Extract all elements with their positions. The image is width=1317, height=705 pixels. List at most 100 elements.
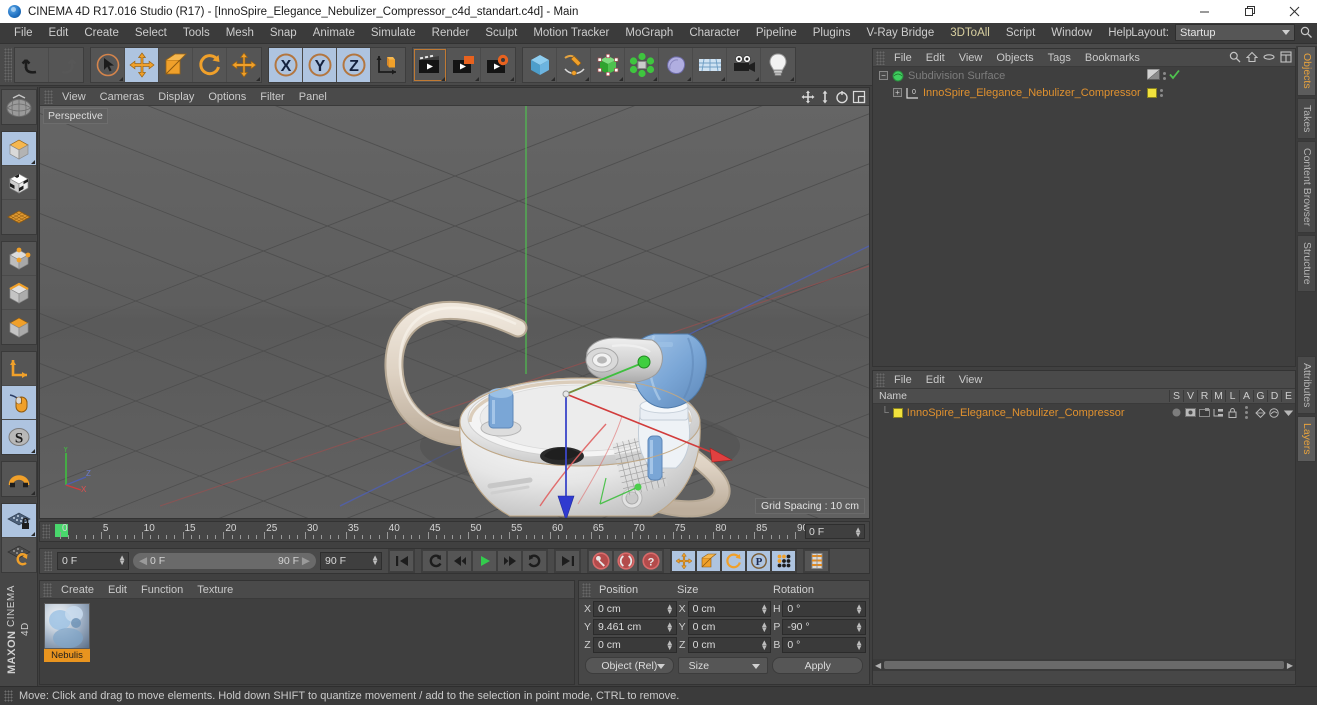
menu-sculpt[interactable]: Sculpt [477, 25, 525, 41]
material-menu-texture[interactable]: Texture [190, 583, 240, 597]
viewport-menu-options[interactable]: Options [201, 90, 253, 104]
layer-manager-menu-view[interactable]: View [952, 373, 990, 387]
visibility-dots-icon[interactable] [1163, 71, 1166, 80]
menu-tools[interactable]: Tools [175, 25, 218, 41]
spinner-icon[interactable]: ▲ ▼ [760, 639, 768, 652]
tab-takes[interactable]: Takes [1297, 97, 1316, 140]
workplane-mode-button[interactable] [1, 200, 36, 234]
go-to-next-frame-button[interactable] [497, 550, 522, 572]
object-manager-grip[interactable] [876, 50, 885, 65]
tab-structure[interactable]: Structure [1297, 235, 1316, 292]
menu-simulate[interactable]: Simulate [363, 25, 424, 41]
viewport-menu-panel[interactable]: Panel [292, 90, 334, 104]
spinner-icon[interactable]: ▲ ▼ [855, 603, 863, 616]
status-bar-grip[interactable] [4, 690, 13, 702]
rotation-p-input[interactable]: -90 ° ▲ ▼ [782, 619, 867, 635]
object-row-subdivision-surface[interactable]: − Subdivision Surface [873, 67, 1295, 84]
viewport-menu-display[interactable]: Display [151, 90, 201, 104]
menu-snap[interactable]: Snap [262, 25, 305, 41]
layer-view-cell[interactable] [1183, 408, 1197, 417]
expand-collapse-icon[interactable]: − [879, 71, 888, 80]
z-axis-lock[interactable]: Z [337, 47, 371, 82]
viewport-move-icon[interactable] [801, 90, 815, 104]
render-settings-button[interactable] [481, 47, 515, 82]
column-a[interactable]: A [1239, 390, 1253, 402]
menu-character[interactable]: Character [681, 25, 748, 41]
column-g[interactable]: G [1253, 390, 1267, 402]
position-y-input[interactable]: 9.461 cm ▲ ▼ [593, 619, 677, 635]
rotation-h-input[interactable]: 0 ° ▲ ▼ [782, 601, 867, 617]
maximize-button[interactable] [1227, 0, 1272, 23]
tab-layers[interactable]: Layers [1297, 416, 1316, 462]
column-m[interactable]: M [1211, 390, 1225, 402]
object-manager-menu-view[interactable]: View [952, 51, 990, 65]
column-r[interactable]: R [1197, 390, 1211, 402]
scroll-right-icon[interactable]: ▶ [1287, 661, 1293, 670]
add-primitive-button[interactable] [523, 47, 557, 82]
menu-3dtoall[interactable]: 3DToAll [942, 25, 998, 41]
spinner-icon[interactable]: ▲ ▼ [760, 603, 768, 616]
autokeying-button[interactable] [613, 550, 638, 572]
layer-manager-menu-edit[interactable]: Edit [919, 373, 952, 387]
size-y-input[interactable]: 0 cm ▲ ▼ [687, 619, 772, 635]
layer-solo-cell[interactable] [1169, 408, 1183, 417]
add-light-button[interactable] [761, 47, 795, 82]
material-menu-edit[interactable]: Edit [101, 583, 134, 597]
object-manager-menu-edit[interactable]: Edit [919, 51, 952, 65]
tab-objects[interactable]: Objects [1297, 46, 1316, 96]
spinner-icon[interactable]: ▲ ▼ [760, 621, 768, 634]
column-d[interactable]: D [1267, 390, 1281, 402]
layer-animation-cell[interactable] [1239, 406, 1253, 419]
visibility-toggle-icon[interactable] [1147, 68, 1160, 83]
add-deformer-button[interactable] [659, 47, 693, 82]
material-preview-thumbnail[interactable] [44, 603, 90, 649]
object-row-innospire[interactable]: + 0 InnoSpire_Elegance_Nebulizer_Compres… [873, 84, 1295, 101]
menu-pipeline[interactable]: Pipeline [748, 25, 805, 41]
spinner-icon[interactable]: ▲ ▼ [855, 639, 863, 652]
add-scene-object-button[interactable] [693, 47, 727, 82]
timeline-ruler[interactable]: 0 5 10 15 20 25 30 35 40 45 50 55 60 65 70 75 80 85 90 [52, 522, 805, 541]
object-manager-tree[interactable]: − Subdivision Surface + 0 InnoSpire_Eleg… [873, 67, 1295, 366]
menu-create[interactable]: Create [76, 25, 127, 41]
size-z-input[interactable]: 0 cm ▲ ▼ [687, 637, 772, 653]
viewport-menu-filter[interactable]: Filter [253, 90, 291, 104]
minimize-button[interactable] [1182, 0, 1227, 23]
material-menu-create[interactable]: Create [54, 583, 101, 597]
add-spline-button[interactable] [557, 47, 591, 82]
spinner-icon[interactable]: ▲ ▼ [118, 554, 126, 567]
x-axis-lock[interactable]: X [269, 47, 303, 82]
keyframe-selection-button[interactable]: ? [638, 550, 663, 572]
column-l[interactable]: L [1225, 390, 1239, 402]
material-menu-function[interactable]: Function [134, 583, 190, 597]
position-z-input[interactable]: 0 cm ▲ ▼ [593, 637, 677, 653]
viewport-menu-cameras[interactable]: Cameras [93, 90, 152, 104]
menu-window[interactable]: Window [1043, 25, 1100, 41]
record-active-objects-button[interactable] [588, 550, 613, 572]
object-manager-menu-bookmarks[interactable]: Bookmarks [1078, 51, 1147, 65]
layer-color-swatch[interactable] [892, 407, 903, 418]
expand-icon[interactable] [1280, 51, 1292, 66]
viewport-rotate-icon[interactable] [835, 90, 849, 104]
rotation-b-input[interactable]: 0 ° ▲ ▼ [782, 637, 867, 653]
material-item[interactable]: Nebulis [44, 603, 90, 662]
scale-tool[interactable] [159, 47, 193, 82]
visibility-dots-icon[interactable] [1160, 88, 1163, 97]
tab-content-browser[interactable]: Content Browser [1297, 141, 1316, 234]
layer-render-cell[interactable] [1197, 408, 1211, 417]
spinner-icon[interactable]: ▲ ▼ [666, 603, 674, 616]
spinner-icon[interactable]: ▲ ▼ [666, 639, 674, 652]
play-forward-loop-button[interactable] [522, 550, 547, 572]
size-x-input[interactable]: 0 cm ▲ ▼ [687, 601, 772, 617]
range-left-arrow-icon[interactable]: ◀ [139, 555, 147, 567]
menu-script[interactable]: Script [998, 25, 1043, 41]
menu-plugins[interactable]: Plugins [805, 25, 859, 41]
column-e[interactable]: E [1281, 390, 1295, 402]
world-object-coordinates[interactable] [371, 47, 405, 82]
timeline-frame-field[interactable]: 0 F ▲ ▼ [805, 524, 865, 539]
position-x-input[interactable]: 0 cm ▲ ▼ [593, 601, 677, 617]
hide-icon[interactable] [1263, 51, 1275, 66]
polygons-mode-button[interactable] [1, 310, 36, 344]
layer-deformers-cell[interactable] [1267, 407, 1281, 418]
menu-animate[interactable]: Animate [305, 25, 363, 41]
scroll-left-icon[interactable]: ◀ [875, 661, 881, 670]
